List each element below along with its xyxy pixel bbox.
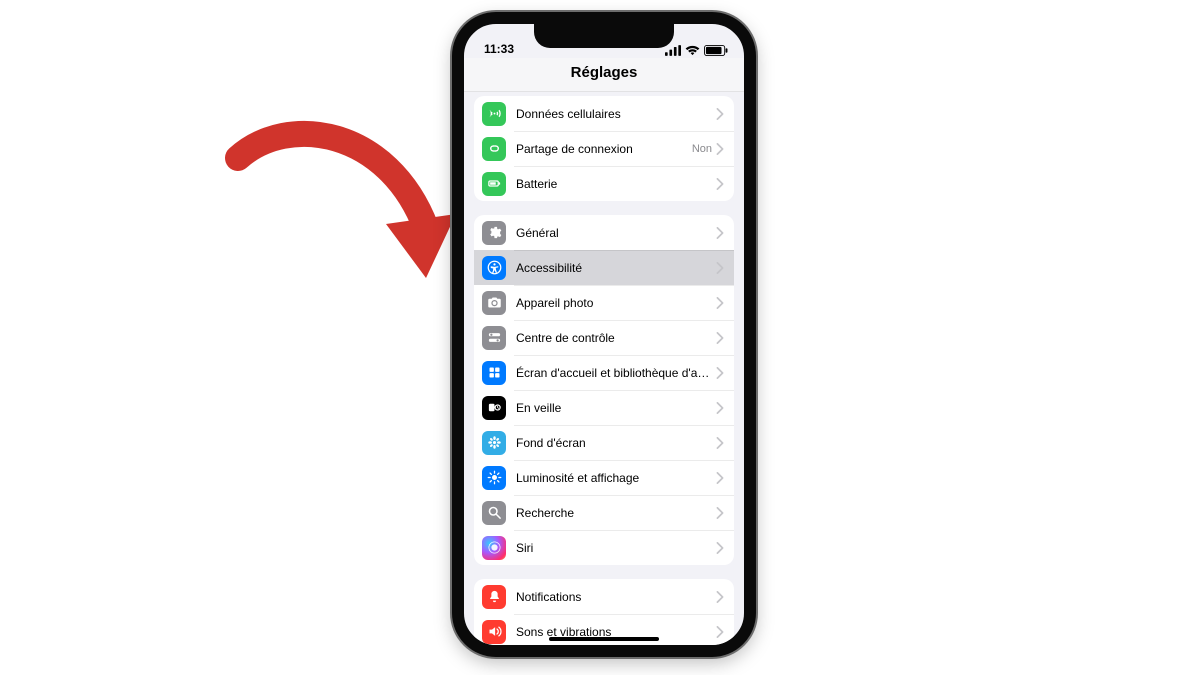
- flower-icon: [482, 431, 506, 455]
- settings-group: Général Accessibilité Appareil photo Centre…: [474, 215, 734, 565]
- magnify-icon: [482, 501, 506, 525]
- status-time: 11:33: [484, 42, 514, 56]
- settings-row-label: Données cellulaires: [516, 107, 716, 121]
- settings-row-display[interactable]: Luminosité et affichage: [474, 460, 734, 495]
- chevron-right-icon: [716, 227, 724, 239]
- chevron-right-icon: [716, 437, 724, 449]
- chevron-right-icon: [716, 297, 724, 309]
- settings-row-label: Batterie: [516, 177, 716, 191]
- settings-row-label: Luminosité et affichage: [516, 471, 716, 485]
- settings-row-wallpaper[interactable]: Fond d'écran: [474, 425, 734, 460]
- settings-row-control-center[interactable]: Centre de contrôle: [474, 320, 734, 355]
- bell-icon: [482, 585, 506, 609]
- grid-icon: [482, 361, 506, 385]
- chevron-right-icon: [716, 178, 724, 190]
- annotation-arrow: [218, 118, 458, 298]
- settings-row-label: Général: [516, 226, 716, 240]
- settings-row-general[interactable]: Général: [474, 215, 734, 250]
- settings-row-label: Centre de contrôle: [516, 331, 716, 345]
- chevron-right-icon: [716, 626, 724, 638]
- settings-group: Données cellulaires Partage de connexionN…: [474, 96, 734, 201]
- chevron-right-icon: [716, 143, 724, 155]
- sun-icon: [482, 466, 506, 490]
- settings-row-siri[interactable]: Siri: [474, 530, 734, 565]
- chevron-right-icon: [716, 108, 724, 120]
- standby-icon: [482, 396, 506, 420]
- chevron-right-icon: [716, 472, 724, 484]
- speaker-icon: [482, 620, 506, 644]
- settings-row-label: Recherche: [516, 506, 716, 520]
- settings-row-hotspot[interactable]: Partage de connexionNon: [474, 131, 734, 166]
- antenna-icon: [482, 102, 506, 126]
- gear-icon: [482, 221, 506, 245]
- toggles-icon: [482, 326, 506, 350]
- settings-row-label: Siri: [516, 541, 716, 555]
- chevron-right-icon: [716, 402, 724, 414]
- settings-row-label: Partage de connexion: [516, 142, 692, 156]
- chevron-right-icon: [716, 507, 724, 519]
- settings-row-camera[interactable]: Appareil photo: [474, 285, 734, 320]
- settings-row-label: Accessibilité: [516, 261, 716, 275]
- settings-row-accessibility[interactable]: Accessibilité: [474, 250, 734, 285]
- camera-icon: [482, 291, 506, 315]
- settings-row-label: Fond d'écran: [516, 436, 716, 450]
- settings-row-notifications[interactable]: Notifications: [474, 579, 734, 614]
- battery-icon-status: [704, 45, 728, 56]
- settings-list[interactable]: Données cellulairesPartage de connexionN…: [464, 92, 744, 645]
- chevron-right-icon: [716, 542, 724, 554]
- settings-row-home-screen[interactable]: Écran d'accueil et bibliothèque d'apps: [474, 355, 734, 390]
- settings-row-label: Appareil photo: [516, 296, 716, 310]
- phone-frame: 11:33 Réglages Données cellulaires Partag…: [452, 12, 756, 657]
- status-right: [665, 45, 728, 56]
- settings-group: NotificationsSons et vibrationsConcentra…: [474, 579, 734, 645]
- settings-row-label: Notifications: [516, 590, 716, 604]
- settings-row-cellular[interactable]: Données cellulaires: [474, 96, 734, 131]
- settings-row-label: Écran d'accueil et bibliothèque d'apps: [516, 366, 716, 380]
- chevron-right-icon: [716, 262, 724, 274]
- siri-icon: [482, 536, 506, 560]
- phone-notch: [534, 24, 674, 48]
- chevron-right-icon: [716, 332, 724, 344]
- settings-row-label: En veille: [516, 401, 716, 415]
- wifi-icon: [685, 45, 700, 56]
- home-indicator: [549, 637, 659, 641]
- cellular-icon: [665, 45, 681, 56]
- link-icon: [482, 137, 506, 161]
- battery-icon: [482, 172, 506, 196]
- chevron-right-icon: [716, 591, 724, 603]
- chevron-right-icon: [716, 367, 724, 379]
- settings-row-detail: Non: [692, 143, 712, 155]
- settings-row-search[interactable]: Recherche: [474, 495, 734, 530]
- accessibility-icon: [482, 256, 506, 280]
- settings-row-battery[interactable]: Batterie: [474, 166, 734, 201]
- settings-row-standby[interactable]: En veille: [474, 390, 734, 425]
- navbar-title: Réglages: [464, 58, 744, 92]
